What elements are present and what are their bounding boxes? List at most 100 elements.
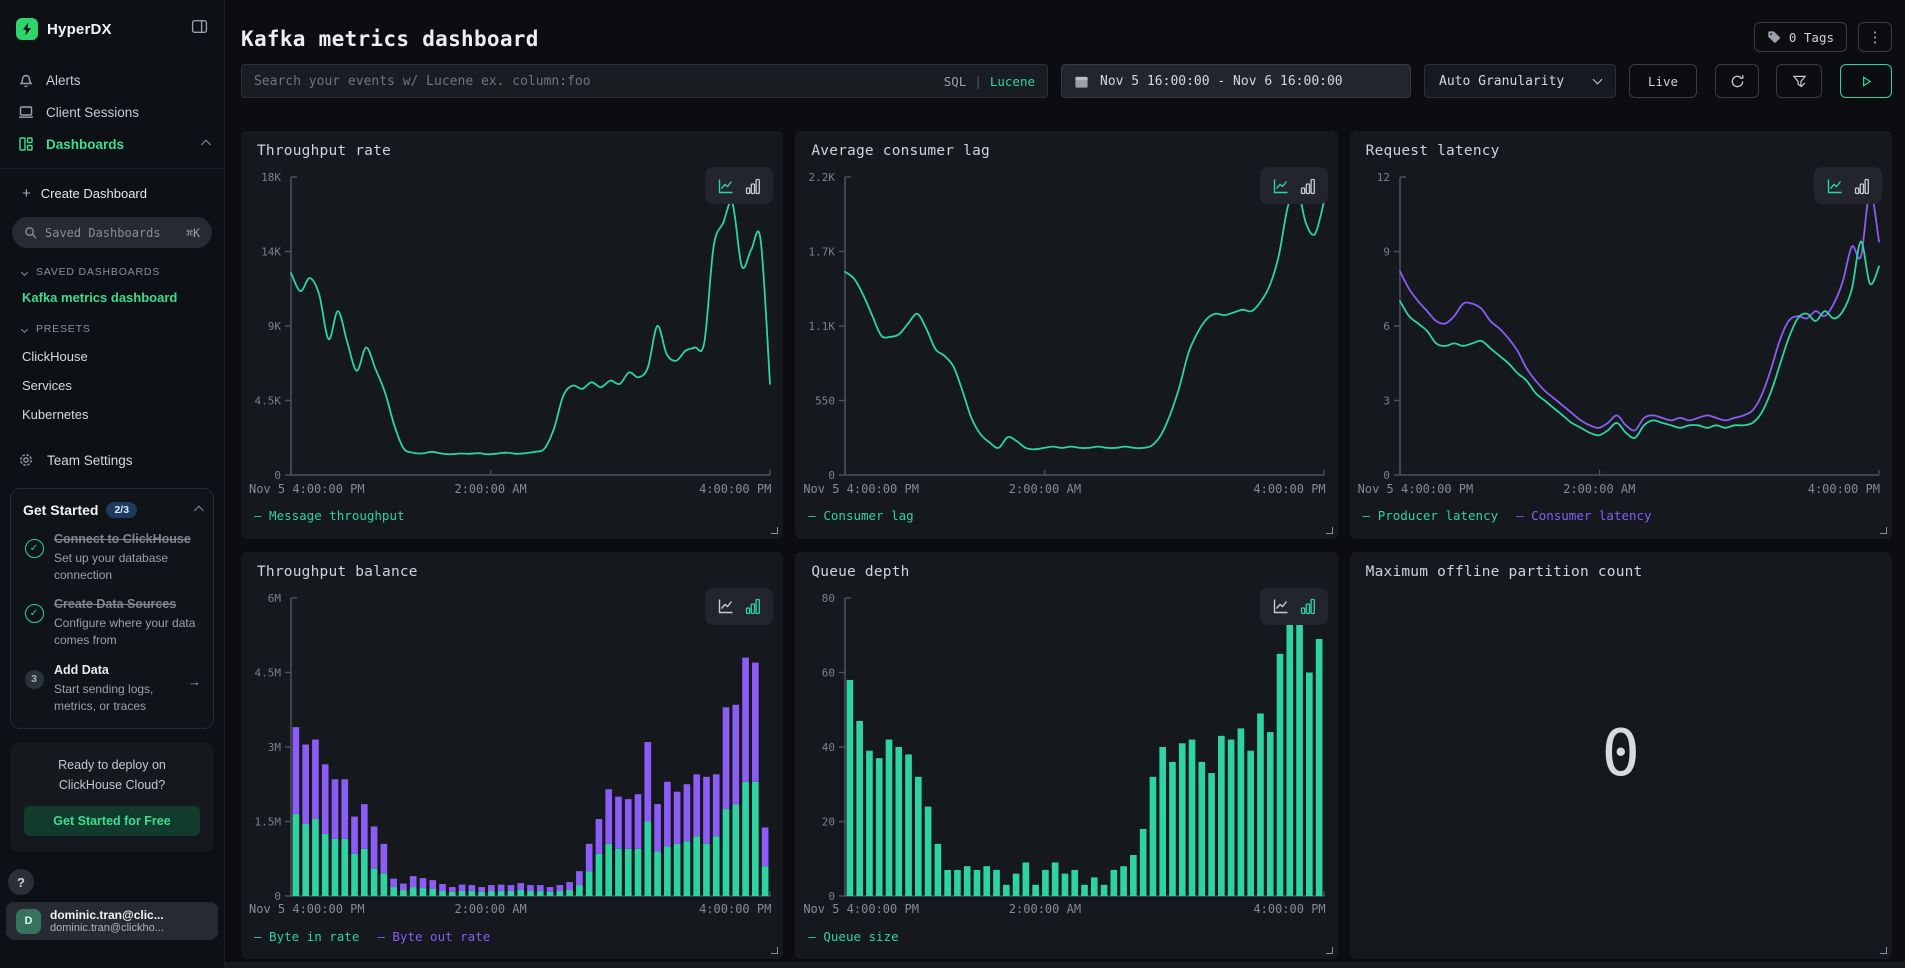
chevron-up-icon[interactable] bbox=[194, 505, 204, 515]
chart-type-toggle[interactable] bbox=[1260, 588, 1328, 625]
user-menu[interactable]: D dominic.tran@clic... dominic.tran@clic… bbox=[6, 902, 218, 940]
bar-chart-icon bbox=[745, 597, 761, 615]
live-button[interactable]: Live bbox=[1629, 64, 1697, 98]
deploy-text-line2: ClickHouse Cloud? bbox=[24, 776, 200, 795]
sql-mode-toggle[interactable]: SQL bbox=[944, 74, 967, 89]
line-chart-icon bbox=[717, 177, 735, 195]
legend-item: — Consumer lag bbox=[808, 508, 913, 523]
resize-handle[interactable] bbox=[1880, 947, 1887, 954]
chart-type-toggle[interactable] bbox=[1260, 167, 1328, 204]
collapse-sidebar-icon[interactable] bbox=[191, 18, 208, 40]
sidebar-item-dashboards[interactable]: Dashboards bbox=[0, 128, 224, 160]
resize-handle[interactable] bbox=[771, 527, 778, 534]
team-settings-button[interactable]: Team Settings bbox=[0, 452, 224, 468]
chart-plot: 6M4.5M3M1.5M0 bbox=[241, 586, 783, 902]
brand-name: HyperDX bbox=[47, 21, 112, 38]
help-button[interactable]: ? bbox=[8, 869, 34, 895]
shortcut-badge: ⌘K bbox=[186, 226, 200, 240]
saved-dashboards-search-input[interactable]: Saved Dashboards ⌘K bbox=[12, 217, 212, 248]
svg-text:4.5M: 4.5M bbox=[255, 666, 282, 679]
get-started-step[interactable]: ✓ Create Data Sources Configure where yo… bbox=[23, 596, 201, 648]
sidebar-item-services[interactable]: Services bbox=[0, 378, 224, 393]
svg-text:12: 12 bbox=[1376, 171, 1389, 184]
lucene-mode-toggle[interactable]: Lucene bbox=[990, 74, 1035, 89]
get-started-free-button[interactable]: Get Started for Free bbox=[24, 806, 200, 836]
page-title: Kafka metrics dashboard bbox=[225, 0, 1905, 51]
x-tick: 2:00:00 AM bbox=[1009, 482, 1081, 496]
chart-legend: — Byte in rate— Byte out rate bbox=[241, 923, 783, 949]
svg-text:6M: 6M bbox=[268, 592, 282, 605]
x-tick: Nov 5 4:00:00 PM bbox=[1358, 482, 1474, 496]
get-started-step[interactable]: 3 Add Data Start sending logs, metrics, … bbox=[23, 662, 201, 714]
x-axis-labels: Nov 5 4:00:00 PM 2:00:00 AM 4:00:00 PM bbox=[241, 481, 783, 499]
chart-panel-throughput-rate: Throughput rate 18K14K9K4.5K0 Nov 5 4:00… bbox=[241, 131, 783, 539]
user-email: dominic.tran@clickho... bbox=[50, 922, 164, 934]
resize-handle[interactable] bbox=[1880, 527, 1887, 534]
line-chart-icon bbox=[1826, 177, 1844, 195]
run-query-button[interactable] bbox=[1840, 64, 1892, 98]
granularity-select[interactable]: Auto Granularity bbox=[1424, 64, 1616, 98]
sidebar-item-clickhouse[interactable]: ClickHouse bbox=[0, 349, 224, 364]
user-name: dominic.tran@clic... bbox=[50, 908, 164, 922]
svg-text:0: 0 bbox=[829, 890, 836, 902]
more-options-button[interactable]: ⋮ bbox=[1858, 22, 1892, 52]
dashboards-icon bbox=[18, 136, 34, 152]
sidebar: HyperDX Alerts Client Sessions Dashboard… bbox=[0, 0, 225, 968]
bar-chart-icon bbox=[1300, 597, 1316, 615]
team-settings-label: Team Settings bbox=[47, 453, 133, 468]
x-tick: Nov 5 4:00:00 PM bbox=[249, 482, 365, 496]
presets-section-toggle[interactable]: PRESETS bbox=[0, 323, 224, 335]
x-tick: 2:00:00 AM bbox=[454, 482, 526, 496]
svg-text:18K: 18K bbox=[261, 171, 281, 184]
legend-item: — Message throughput bbox=[254, 508, 405, 523]
chart-plot: 2.2K1.7K1.1K5500 bbox=[795, 165, 1337, 481]
date-range-value: Nov 5 16:00:00 - Nov 6 16:00:00 bbox=[1100, 74, 1343, 89]
progress-badge: 2/3 bbox=[106, 502, 137, 518]
step-title: Connect to ClickHouse bbox=[54, 531, 201, 548]
svg-text:1.5M: 1.5M bbox=[255, 815, 282, 828]
svg-text:1.1K: 1.1K bbox=[809, 320, 836, 333]
refresh-button[interactable] bbox=[1715, 64, 1759, 98]
svg-text:0: 0 bbox=[274, 469, 281, 481]
x-tick: Nov 5 4:00:00 PM bbox=[249, 902, 365, 916]
filter-button[interactable] bbox=[1776, 64, 1822, 98]
chart-panel-average-consumer-lag: Average consumer lag 2.2K1.7K1.1K5500 No… bbox=[795, 131, 1337, 539]
svg-text:14K: 14K bbox=[261, 246, 281, 259]
chart-type-toggle[interactable] bbox=[705, 167, 773, 204]
chart-type-toggle[interactable] bbox=[1814, 167, 1882, 204]
bar-chart-icon bbox=[1300, 177, 1316, 195]
create-dashboard-label: Create Dashboard bbox=[41, 186, 147, 201]
sidebar-item-alerts[interactable]: Alerts bbox=[0, 64, 224, 96]
x-tick: 4:00:00 PM bbox=[699, 482, 771, 496]
main-content: Kafka metrics dashboard 0 Tags ⋮ Search … bbox=[225, 0, 1905, 968]
tags-button[interactable]: 0 Tags bbox=[1754, 22, 1847, 52]
check-circle-icon: ✓ bbox=[25, 539, 44, 558]
legend-item: — Byte out rate bbox=[377, 929, 490, 944]
date-range-picker[interactable]: Nov 5 16:00:00 - Nov 6 16:00:00 bbox=[1061, 64, 1411, 98]
svg-text:60: 60 bbox=[822, 666, 835, 679]
chart-title: Average consumer lag bbox=[795, 143, 1337, 159]
x-axis-labels: Nov 5 4:00:00 PM 2:00:00 AM 4:00:00 PM bbox=[241, 901, 783, 919]
sidebar-item-client-sessions[interactable]: Client Sessions bbox=[0, 96, 224, 128]
avatar: D bbox=[16, 909, 41, 934]
granularity-value: Auto Granularity bbox=[1439, 74, 1564, 89]
search-placeholder: Search your events w/ Lucene ex. column:… bbox=[254, 74, 944, 89]
chart-title: Queue depth bbox=[795, 564, 1337, 580]
check-circle-icon: ✓ bbox=[25, 604, 44, 623]
create-dashboard-button[interactable]: + Create Dashboard bbox=[0, 181, 224, 205]
event-search-input[interactable]: Search your events w/ Lucene ex. column:… bbox=[241, 64, 1048, 98]
line-chart-icon bbox=[717, 597, 735, 615]
svg-text:9: 9 bbox=[1383, 246, 1390, 259]
resize-handle[interactable] bbox=[1326, 527, 1333, 534]
saved-dashboards-section-toggle[interactable]: SAVED DASHBOARDS bbox=[0, 266, 224, 278]
chart-type-toggle[interactable] bbox=[705, 588, 773, 625]
resize-handle[interactable] bbox=[771, 947, 778, 954]
bar-chart-icon bbox=[1854, 177, 1870, 195]
x-axis-labels: Nov 5 4:00:00 PM 2:00:00 AM 4:00:00 PM bbox=[795, 901, 1337, 919]
resize-handle[interactable] bbox=[1326, 947, 1333, 954]
sidebar-item-kubernetes[interactable]: Kubernetes bbox=[0, 407, 224, 422]
sidebar-item-kafka-dashboard[interactable]: Kafka metrics dashboard bbox=[0, 290, 224, 305]
get-started-step[interactable]: ✓ Connect to ClickHouse Set up your data… bbox=[23, 531, 201, 583]
chevron-up-icon bbox=[201, 139, 211, 149]
svg-text:0: 0 bbox=[829, 469, 836, 481]
